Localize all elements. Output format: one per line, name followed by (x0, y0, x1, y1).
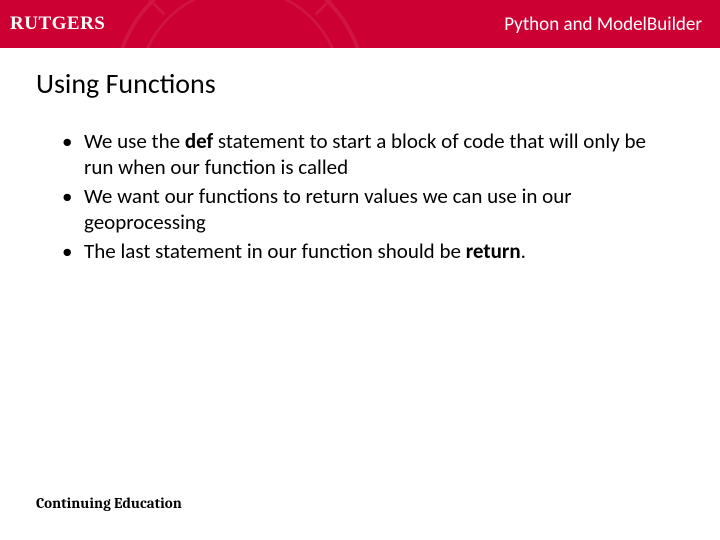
bullet-text-bold: return (466, 238, 521, 264)
bullet-text-bold: def (185, 128, 213, 154)
bullet-item: We use the def statement to start a bloc… (60, 129, 660, 180)
bullet-text-post: . (521, 238, 526, 264)
rutgers-logo-text: RUTGERS (10, 13, 105, 35)
bullet-text-pre: The last statement in our function shoul… (84, 238, 466, 264)
bullet-list: We use the def statement to start a bloc… (60, 129, 660, 265)
slide-footer: Continuing Education (36, 494, 182, 512)
slide-content: We use the def statement to start a bloc… (0, 101, 720, 265)
bullet-item: We want our functions to return values w… (60, 184, 660, 235)
header-title: Python and ModelBuilder (504, 13, 702, 36)
rutgers-logo: RUTGERS (10, 13, 105, 35)
bullet-item: The last statement in our function shoul… (60, 239, 660, 265)
slide-title: Using Functions (0, 48, 720, 101)
bullet-text-pre: We use the (84, 128, 185, 154)
slide-header: RUTGERS Python and ModelBuilder (0, 0, 720, 48)
bullet-text-pre: We want our functions to return values w… (84, 183, 572, 235)
